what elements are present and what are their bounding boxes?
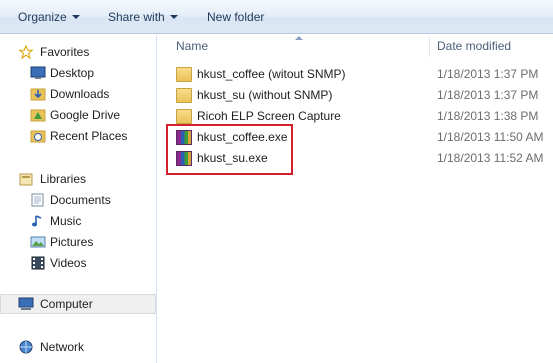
star-icon <box>18 45 34 59</box>
folder-icon <box>176 67 192 82</box>
folder-icon <box>176 109 192 124</box>
nav-pictures[interactable]: Pictures <box>0 232 156 252</box>
chevron-down-icon <box>169 15 178 19</box>
nav-documents-label: Documents <box>50 193 111 207</box>
share-with-button[interactable]: Share with <box>108 9 178 25</box>
nav-downloads[interactable]: Downloads <box>0 84 156 104</box>
nav-desktop-label: Desktop <box>50 66 95 80</box>
organize-label: Organize <box>18 10 67 24</box>
file-date: 1/18/2013 1:37 PM <box>437 67 539 81</box>
folder-icon <box>176 88 192 103</box>
downloads-folder-icon <box>30 88 46 101</box>
nav-documents[interactable]: Documents <box>0 190 156 210</box>
column-header-date-modified[interactable]: Date modified <box>437 35 511 57</box>
nav-computer[interactable]: Computer <box>0 294 156 314</box>
file-name: hkust_su (without SNMP) <box>197 88 333 102</box>
nav-music[interactable]: Music <box>0 211 156 231</box>
navigation-pane: Favorites Desktop Downloads Google Drive… <box>0 35 157 363</box>
sort-ascending-icon <box>295 36 303 40</box>
nav-pictures-label: Pictures <box>50 235 94 249</box>
column-header-name[interactable]: Name <box>176 35 208 57</box>
nav-recent-places[interactable]: Recent Places <box>0 126 156 146</box>
libraries-icon <box>19 173 33 186</box>
computer-icon <box>18 297 34 310</box>
videos-icon <box>31 256 45 270</box>
google-drive-folder-icon <box>30 109 46 122</box>
pictures-icon <box>30 236 46 248</box>
new-folder-button[interactable]: New folder <box>207 9 264 25</box>
file-date: 1/18/2013 11:50 AM <box>437 130 544 144</box>
desktop-icon <box>30 66 46 79</box>
highlight-box-annotation <box>166 124 293 175</box>
chevron-down-icon <box>71 15 80 19</box>
share-with-label: Share with <box>108 10 165 24</box>
nav-favorites[interactable]: Favorites <box>0 42 156 62</box>
nav-favorites-label: Favorites <box>40 45 90 59</box>
nav-desktop[interactable]: Desktop <box>0 63 156 83</box>
new-folder-label: New folder <box>207 10 265 24</box>
file-list-pane: Name Date modified hkust_coffee (witout … <box>158 35 553 363</box>
network-icon <box>19 340 33 354</box>
organize-button[interactable]: Organize <box>18 9 80 25</box>
documents-icon <box>31 193 44 207</box>
file-row[interactable]: hkust_su (without SNMP) 1/18/2013 1:37 P… <box>158 85 553 106</box>
recent-places-icon <box>30 130 46 143</box>
nav-network[interactable]: Network <box>0 337 156 357</box>
nav-network-label: Network <box>40 340 85 354</box>
file-row[interactable]: hkust_coffee (witout SNMP) 1/18/2013 1:3… <box>158 64 553 85</box>
nav-computer-label: Computer <box>40 297 93 311</box>
file-date: 1/18/2013 11:52 AM <box>437 151 544 165</box>
nav-libraries[interactable]: Libraries <box>0 169 156 189</box>
nav-videos-label: Videos <box>50 256 87 270</box>
file-name: hkust_coffee (witout SNMP) <box>197 67 346 81</box>
file-date: 1/18/2013 1:37 PM <box>437 88 539 102</box>
nav-libraries-label: Libraries <box>40 172 87 186</box>
nav-downloads-label: Downloads <box>50 87 110 101</box>
nav-google-drive-label: Google Drive <box>50 108 121 122</box>
column-separator[interactable] <box>429 37 430 57</box>
nav-videos[interactable]: Videos <box>0 253 156 273</box>
command-toolbar: Organize Share with New folder <box>0 0 553 34</box>
nav-google-drive[interactable]: Google Drive <box>0 105 156 125</box>
nav-recent-places-label: Recent Places <box>50 129 128 143</box>
nav-music-label: Music <box>50 214 82 228</box>
file-date: 1/18/2013 1:38 PM <box>437 109 539 123</box>
music-icon <box>32 215 42 227</box>
